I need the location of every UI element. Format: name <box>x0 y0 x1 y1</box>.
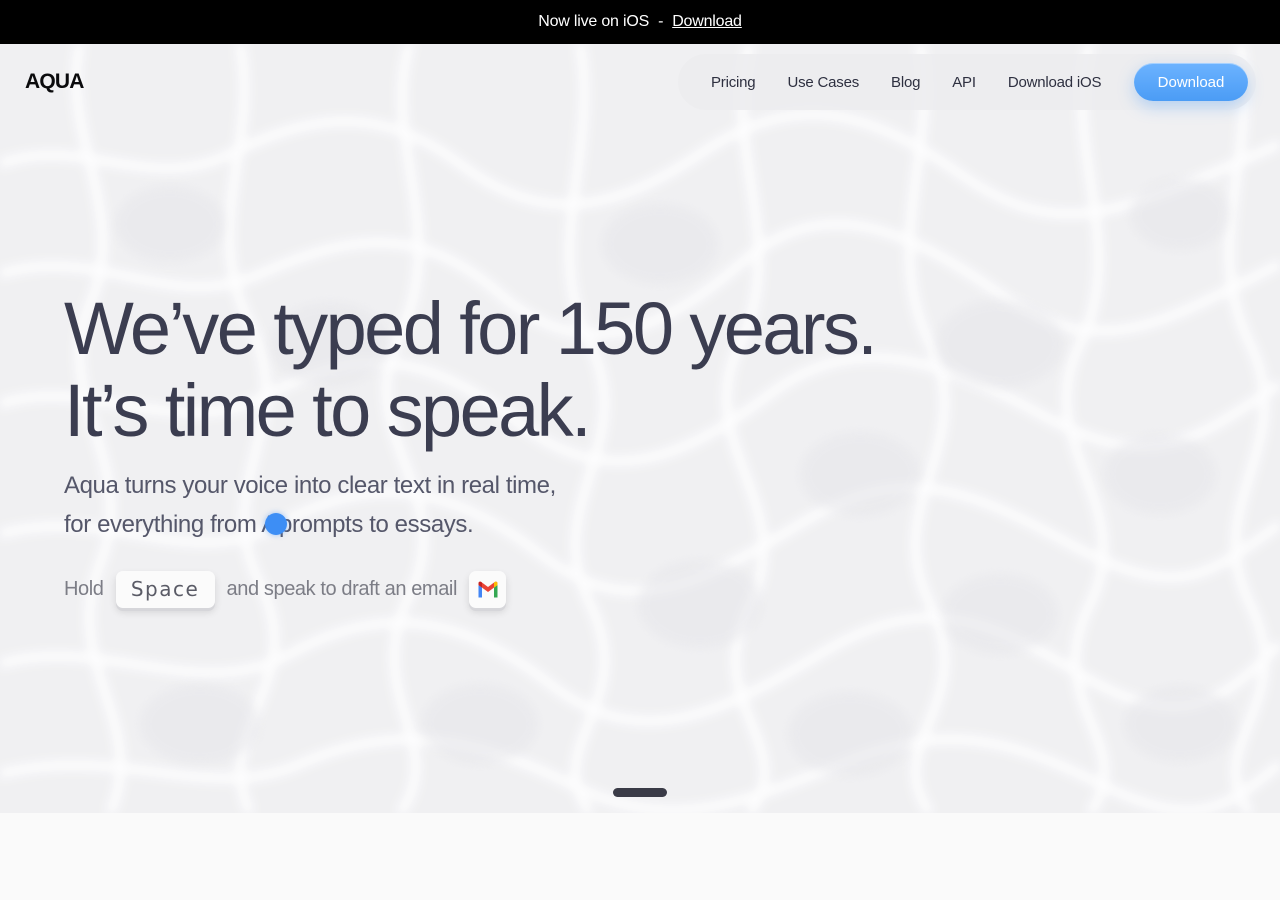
announcement-bar: Now live on iOS - Download <box>0 0 1280 44</box>
headline-line-1: We’ve typed for 150 years. <box>64 287 878 370</box>
top-nav: Pricing Use Cases Blog API Download iOS … <box>678 54 1256 110</box>
subtitle-line-1: Aqua turns your voice into clear text in… <box>64 472 556 499</box>
hold-space-instruction: Hold Space and speak to draft an email <box>64 570 507 608</box>
space-key: Space <box>115 570 215 608</box>
hold-prefix: Hold <box>64 577 104 600</box>
subtitle-line-2-start: for everything from A <box>64 511 278 538</box>
announcement-text: Now live on iOS <box>538 13 650 30</box>
subtitle-line-2-end: prompts to essays. <box>279 511 474 538</box>
gmail-icon <box>469 570 507 608</box>
nav-api[interactable]: API <box>952 74 976 91</box>
aqua-logo[interactable]: AQUA <box>25 70 84 94</box>
hero-headline: We’ve typed for 150 years. It’s time to … <box>64 287 878 452</box>
hero-subtitle: Aqua turns your voice into clear text in… <box>64 466 556 544</box>
headline-line-2: It’s time to speak. <box>64 369 592 452</box>
nav-use-cases[interactable]: Use Cases <box>787 74 859 91</box>
announcement-download-link[interactable]: Download <box>672 13 742 31</box>
nav-blog[interactable]: Blog <box>891 74 920 91</box>
nav-download-ios[interactable]: Download iOS <box>1008 74 1102 91</box>
voice-cursor-icon <box>265 512 288 535</box>
subtitle-line-2: for everything from Aprompts to essays. <box>64 505 556 544</box>
nav-pricing[interactable]: Pricing <box>711 74 756 91</box>
below-fold-section <box>0 813 1280 900</box>
scroll-indicator[interactable] <box>613 788 667 797</box>
download-button[interactable]: Download <box>1134 63 1248 101</box>
hold-suffix: and speak to draft an email <box>226 577 458 600</box>
announcement-separator: - <box>658 13 664 30</box>
